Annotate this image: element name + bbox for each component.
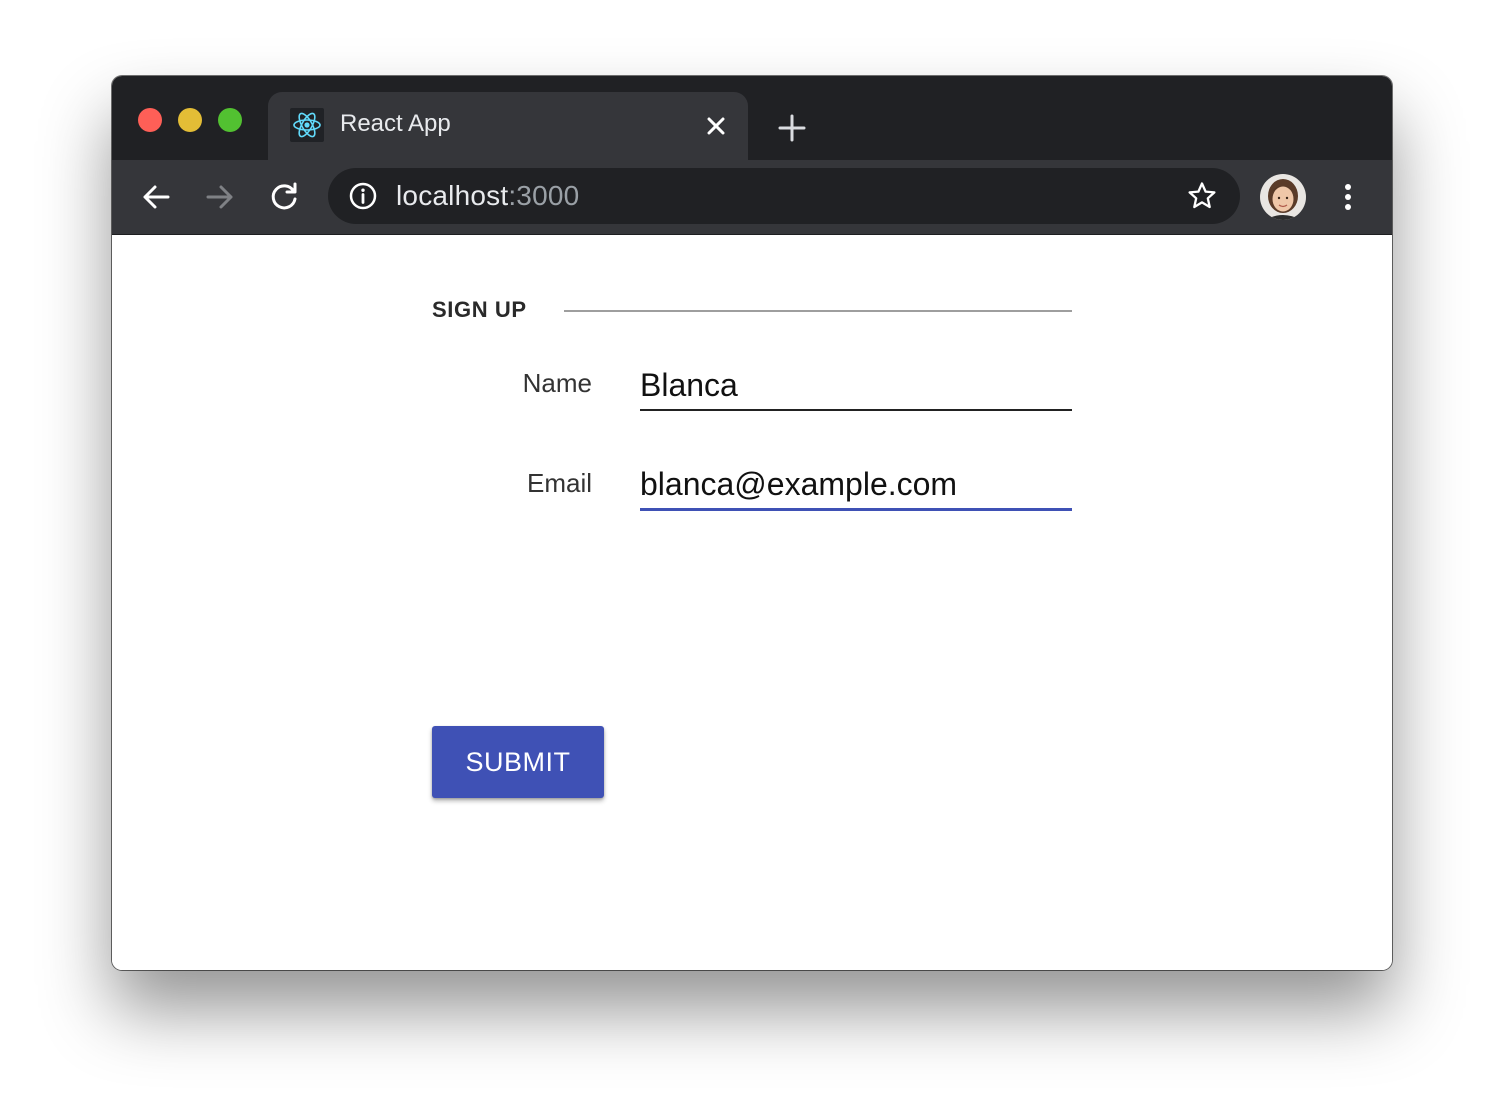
zoom-window-button[interactable] <box>218 108 242 132</box>
email-label: Email <box>526 468 592 498</box>
close-window-button[interactable] <box>138 108 162 132</box>
url-host: localhost <box>396 180 509 211</box>
url-port: :3000 <box>508 180 580 211</box>
react-logo-icon <box>290 108 324 142</box>
avatar[interactable] <box>1260 174 1306 220</box>
form-title-divider <box>564 310 1072 312</box>
tab-react-app[interactable]: React App <box>268 92 748 162</box>
plus-icon[interactable] <box>772 108 812 148</box>
reload-icon[interactable] <box>264 177 304 217</box>
star-icon[interactable] <box>1186 180 1218 212</box>
url-text: localhost:3000 <box>396 180 579 212</box>
arrow-right-icon[interactable] <box>200 177 240 217</box>
browser-toolbar: localhost:3000 <box>112 160 1392 235</box>
address-bar[interactable]: localhost:3000 <box>328 168 1240 224</box>
form-title: SIGN UP <box>432 297 527 322</box>
title-bar: React App <box>112 76 1392 162</box>
more-vert-icon[interactable] <box>1334 177 1362 217</box>
arrow-left-icon[interactable] <box>136 177 176 217</box>
close-icon[interactable] <box>702 112 730 140</box>
minimize-window-button[interactable] <box>178 108 202 132</box>
submit-button[interactable]: SUBMIT <box>432 726 604 798</box>
browser-window: React App localhost:3000 SIGN UP Name Bl… <box>112 76 1392 970</box>
name-input[interactable] <box>640 361 1072 411</box>
info-icon[interactable] <box>348 181 378 211</box>
tab-title: React App <box>340 110 451 137</box>
name-label: Name <box>522 368 592 398</box>
email-input[interactable] <box>640 461 1072 511</box>
page-content: SIGN UP Name Email SUBMIT <box>112 235 1392 970</box>
